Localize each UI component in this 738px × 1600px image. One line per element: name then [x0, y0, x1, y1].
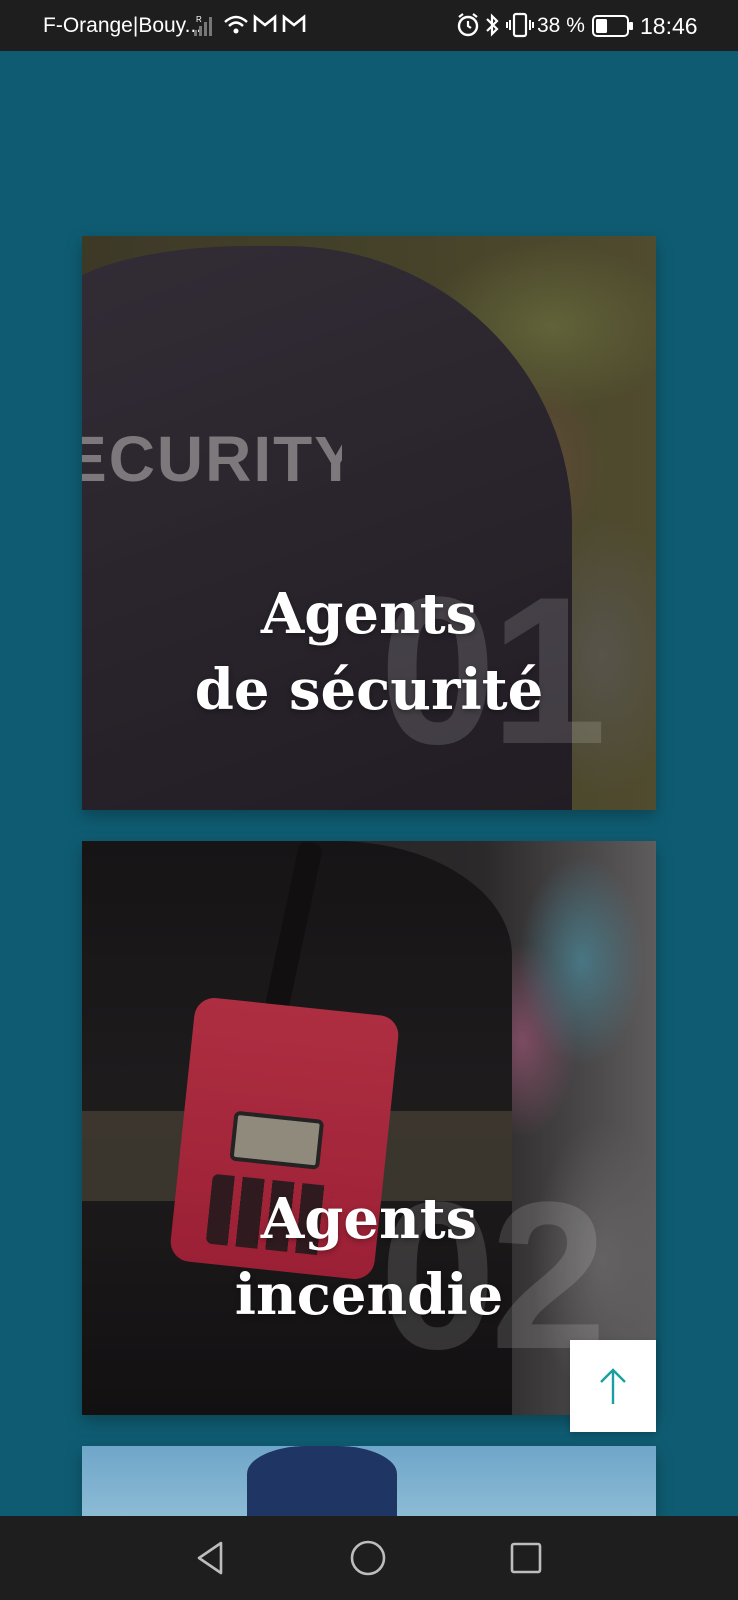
service-card-fire-agents[interactable]: 02 Agents incendie — [82, 841, 656, 1415]
wifi-icon — [223, 13, 249, 43]
clock: 18:46 — [640, 13, 698, 39]
alarm-icon — [456, 12, 480, 44]
card-title: Agents incendie — [82, 1181, 656, 1333]
back-icon[interactable] — [191, 1538, 231, 1578]
service-card-security-agents[interactable]: ECURITY 01 Agents de sécurité — [82, 236, 656, 810]
battery-icon — [592, 15, 634, 43]
system-navigation-bar — [0, 1516, 738, 1600]
svg-text:R: R — [196, 15, 202, 24]
gmail-icon — [282, 13, 306, 41]
card-title-line-1: Agents — [260, 581, 478, 647]
back-to-top-button[interactable] — [570, 1340, 656, 1432]
card-title-line-1: Agents — [260, 1186, 478, 1252]
carrier-name: F-Orange|Bouy... — [43, 14, 203, 37]
recents-icon[interactable] — [506, 1538, 546, 1578]
vibrate-icon — [506, 12, 534, 44]
gmail-icon — [253, 13, 277, 41]
card-title-line-2: incendie — [234, 1262, 504, 1328]
arrow-up-icon — [600, 1368, 626, 1404]
service-card-partial[interactable] — [82, 1446, 656, 1516]
home-icon[interactable] — [348, 1538, 388, 1578]
person-image — [247, 1446, 397, 1516]
card-title-line-2: de sécurité — [194, 657, 544, 723]
card-title: Agents de sécurité — [82, 576, 656, 728]
battery-percentage: 38 % — [537, 14, 585, 37]
bluetooth-icon — [484, 11, 500, 45]
status-bar: F-Orange|Bouy... R 38 % 18:46 — [0, 0, 738, 51]
signal-icon: R — [193, 13, 215, 43]
